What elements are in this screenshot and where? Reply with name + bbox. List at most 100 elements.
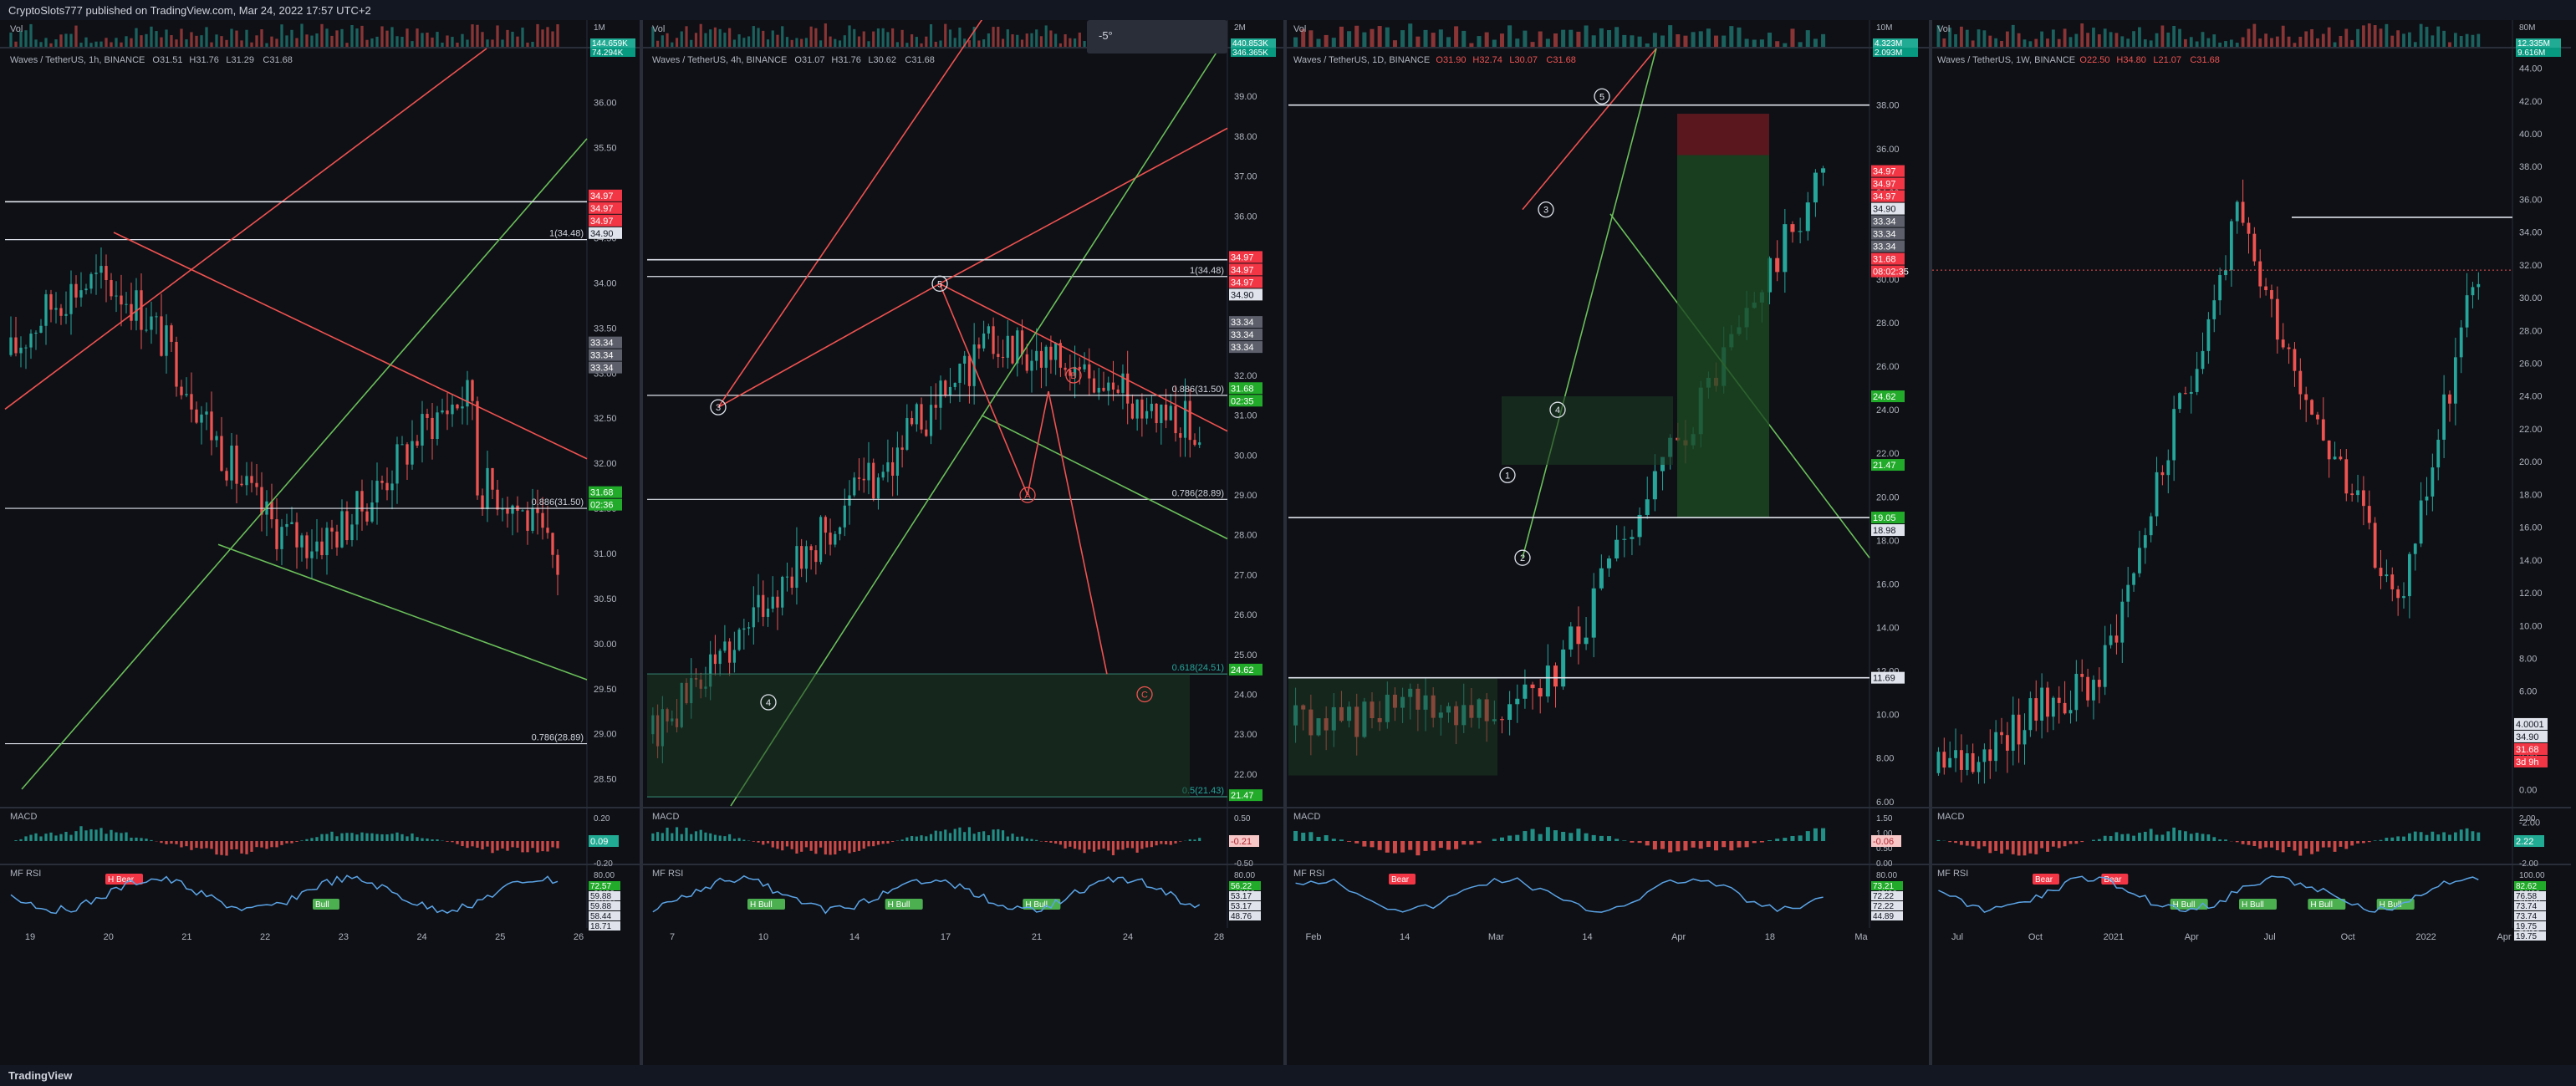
macd-histogram-bar	[2206, 834, 2211, 841]
macd-histogram-bar	[84, 830, 88, 841]
macd-histogram-bar	[2000, 841, 2003, 854]
candle-body	[2206, 319, 2211, 351]
price-tag-text: 3d 9h	[2516, 757, 2539, 767]
macd-histogram-bar	[2178, 830, 2181, 841]
volume-bar	[2402, 33, 2405, 47]
macd-histogram-bar	[1308, 832, 1314, 841]
volume-bar	[876, 28, 880, 47]
price-tag-text: 34.97	[590, 204, 614, 214]
mfrsi-value: 44.89	[1873, 912, 1894, 921]
volume-bar	[2459, 36, 2463, 47]
macd-histogram-bar	[2465, 828, 2469, 841]
macd-histogram-bar	[2149, 829, 2153, 841]
volume-bar	[1507, 25, 1512, 47]
volume-bar	[2017, 33, 2021, 47]
volume-bar	[2333, 42, 2337, 47]
time-tick-label: 28	[1214, 932, 1224, 942]
macd-histogram-bar	[1767, 840, 1773, 841]
candle-body	[2028, 698, 2033, 731]
volume-bar	[1982, 30, 1987, 47]
macd-histogram-bar	[350, 833, 354, 841]
volume-bar	[370, 38, 374, 47]
macd-histogram-bar	[675, 827, 679, 841]
price-tick-label: 42.00	[2519, 97, 2543, 107]
macd-histogram-bar	[1331, 839, 1336, 841]
macd-histogram-bar	[145, 839, 148, 841]
candle-body	[886, 461, 890, 472]
candle-body	[285, 523, 288, 528]
macd-histogram-bar	[781, 841, 784, 851]
macd-histogram-bar	[29, 834, 33, 841]
macd-histogram-bar	[891, 841, 895, 843]
drawing-tool-widget[interactable]: -5°	[1087, 20, 1227, 54]
candle-body	[2092, 680, 2095, 701]
macd-histogram-bar	[2109, 835, 2113, 841]
volume-bar	[838, 40, 842, 47]
volume-bar	[857, 36, 861, 47]
candle-body	[496, 489, 499, 510]
candle-body	[1637, 514, 1642, 538]
candle-body	[1150, 403, 1153, 411]
macd-histogram-bar	[255, 841, 258, 848]
candle-body	[1193, 440, 1196, 446]
candle-body	[944, 380, 947, 395]
macd-histogram-bar	[2442, 832, 2446, 841]
candle-body	[915, 404, 918, 425]
candle-body	[320, 541, 324, 556]
volume-bar	[1545, 38, 1550, 47]
time-tick-label: Jul	[2264, 932, 2276, 942]
volume-bar	[2235, 43, 2239, 47]
candle-body	[1965, 753, 1969, 770]
wave-marker-label: 2	[1520, 553, 1525, 563]
price-tick-label: 20.00	[2519, 457, 2543, 467]
volume-bar	[1637, 36, 1642, 47]
macd-histogram-bar	[421, 838, 424, 841]
macd-histogram-bar	[125, 832, 128, 841]
price-tick-label: 26.00	[1876, 362, 1900, 372]
volume-bar	[150, 26, 153, 47]
volume-bar	[2046, 38, 2049, 47]
volume-bar	[521, 28, 524, 47]
candle-body	[155, 316, 158, 318]
candle-body	[905, 418, 909, 450]
candle-body	[79, 290, 83, 298]
fib-level-label: 1(34.48)	[1190, 266, 1224, 276]
candle-body	[501, 508, 504, 510]
volume-bar	[275, 38, 278, 47]
volume-bar	[2385, 23, 2389, 47]
volume-bar	[2287, 36, 2291, 47]
volume-bar	[94, 41, 98, 47]
candle-body	[461, 406, 464, 409]
mfrsi-value: 73.74	[2516, 902, 2537, 911]
macd-histogram-bar	[406, 836, 409, 841]
candle-body	[1116, 389, 1120, 393]
macd-histogram-bar	[240, 841, 243, 854]
candle-body	[757, 594, 760, 608]
time-tick-label: 7	[670, 932, 675, 942]
volume-bar	[2241, 37, 2245, 47]
candle-body	[115, 295, 118, 297]
macd-histogram-bar	[300, 840, 304, 841]
candle-body	[416, 441, 419, 446]
price-tick-label: 22.00	[1876, 449, 1900, 459]
macd-histogram-bar	[2046, 841, 2049, 852]
time-tick-label: 14	[849, 932, 860, 942]
candle-body	[225, 471, 228, 481]
candle-body	[150, 316, 153, 330]
macd-histogram-bar	[2103, 835, 2107, 841]
volume-bar	[375, 36, 379, 47]
volume-axis-label: 1M	[594, 23, 605, 33]
candle-body	[521, 510, 524, 512]
macd-histogram-bar	[2477, 832, 2481, 841]
candle-body	[997, 354, 1000, 357]
macd-histogram-bar	[790, 841, 793, 849]
macd-histogram-bar	[2281, 841, 2285, 853]
price-tag-text: 21.47	[1873, 461, 1896, 471]
macd-histogram-bar	[110, 829, 113, 841]
macd-histogram-bar	[305, 839, 309, 841]
volume-bar	[1039, 36, 1043, 47]
volume-bar	[1347, 31, 1352, 47]
volume-bar	[2114, 33, 2119, 47]
fib-level-label: 0.786(28.89)	[532, 733, 584, 743]
macd-histogram-bar	[967, 827, 971, 841]
